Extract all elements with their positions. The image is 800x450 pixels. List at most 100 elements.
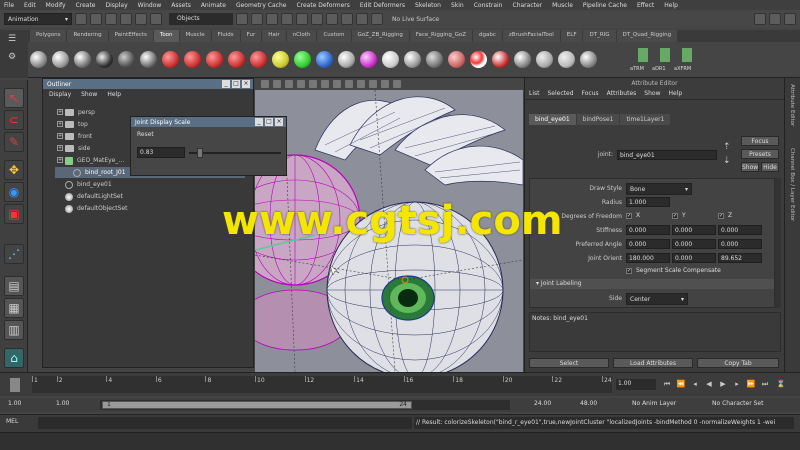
playback-options-icon[interactable]: ⌛ — [776, 380, 786, 390]
lasso-tool-icon[interactable]: ⊂ — [4, 110, 24, 130]
menu-item-muscle[interactable]: Muscle — [552, 2, 573, 9]
shelf-tab-goz-zb-rigging[interactable]: GoZ_ZB_Rigging — [351, 30, 409, 42]
red-sphere-3-icon[interactable] — [206, 51, 223, 68]
shelf-tab-rendering[interactable]: Rendering — [67, 30, 108, 42]
select-tool-icon[interactable]: ↖ — [4, 88, 24, 108]
snap-curve-icon[interactable] — [251, 13, 263, 25]
preferred-z-field[interactable]: 0.000 — [718, 239, 762, 249]
menu-item-edit[interactable]: Edit — [24, 2, 36, 9]
joint-scale-field[interactable]: 0.83 — [137, 147, 185, 158]
play-forwards-icon[interactable]: ▶ — [718, 380, 728, 390]
copy-tab-button[interactable]: Copy Tab — [697, 358, 779, 368]
film-gate-icon[interactable] — [393, 80, 401, 88]
shelf-settings-icon[interactable]: ⚙ — [8, 52, 16, 62]
ae-menu-list[interactable]: List — [529, 90, 540, 97]
snap-grid-icon[interactable] — [236, 13, 248, 25]
shelf-tab-ncloth[interactable]: nCloth — [286, 30, 317, 42]
single-layout-icon[interactable]: ▤ — [4, 276, 24, 296]
paint-select-icon[interactable]: ✎ — [4, 132, 24, 152]
scale-tool-icon[interactable]: ▣ — [4, 204, 24, 224]
outliner-title-bar[interactable]: Outliner _ □ × — [43, 79, 253, 89]
make-live-icon[interactable] — [296, 13, 308, 25]
camera-icon[interactable] — [261, 80, 269, 88]
lambert-sphere-icon[interactable] — [30, 51, 47, 68]
orient-x-field[interactable]: 180.000 — [626, 253, 670, 263]
menu-item-constrain[interactable]: Constrain — [474, 2, 503, 9]
outliner-layout-icon[interactable]: ⌂ — [4, 348, 24, 368]
shelf-tab-polygons[interactable]: Polygons — [30, 30, 67, 42]
select-component-icon[interactable] — [150, 13, 162, 25]
outliner-menu-display[interactable]: Display — [49, 91, 71, 98]
show-button[interactable]: Show — [741, 162, 759, 172]
atrm-icon[interactable] — [638, 48, 648, 62]
ae-menu-show[interactable]: Show — [644, 90, 660, 97]
red-sphere-icon[interactable] — [162, 51, 179, 68]
shelf-tab-fluids[interactable]: Fluids — [211, 30, 240, 42]
menu-set-dropdown[interactable]: Animation ▾ — [4, 13, 72, 25]
shelf-sphere-3-icon[interactable] — [558, 51, 575, 68]
select-button[interactable]: Select — [529, 358, 609, 368]
isolate-icon[interactable] — [369, 80, 377, 88]
toon-sphere-icon[interactable] — [404, 51, 421, 68]
dof-z-checkbox[interactable]: ✓ — [718, 213, 724, 219]
green-sphere-icon[interactable] — [294, 51, 311, 68]
select-object-icon[interactable] — [135, 13, 147, 25]
move-tool-icon[interactable]: ✥ — [4, 160, 24, 180]
lights-icon[interactable] — [333, 80, 341, 88]
menu-item-edit-deformers[interactable]: Edit Deformers — [360, 2, 405, 9]
striped-sphere-icon[interactable] — [470, 51, 487, 68]
joint-tool-icon[interactable]: ⋰ — [4, 244, 24, 264]
character-set-dropdown[interactable]: No Character Set — [712, 400, 763, 407]
shelf-sphere-2-icon[interactable] — [536, 51, 553, 68]
range-track[interactable]: 1 24 — [100, 400, 510, 410]
blue-sphere-icon[interactable] — [316, 51, 333, 68]
shelf-tab-custom[interactable]: Custom — [317, 30, 351, 42]
two-layout-icon[interactable]: ▥ — [4, 320, 24, 340]
toon-sphere-3-icon[interactable] — [448, 51, 465, 68]
ae-menu-selected[interactable]: Selected — [548, 90, 574, 97]
grey-sphere-icon[interactable] — [118, 51, 135, 68]
shelf-tab-hair[interactable]: Hair — [262, 30, 286, 42]
dof-x-checkbox[interactable]: ✓ — [626, 213, 632, 219]
focus-button[interactable]: Focus — [741, 136, 779, 146]
stiffness-x-field[interactable]: 0.000 — [626, 225, 670, 235]
menu-item-window[interactable]: Window — [138, 2, 162, 9]
ipr-render-icon[interactable] — [341, 13, 353, 25]
expand-icon[interactable]: + — [57, 157, 63, 163]
reset-menu[interactable]: Reset — [137, 131, 154, 138]
expand-icon[interactable]: + — [57, 145, 63, 151]
notes-area[interactable]: Notes: bind_eye01 — [529, 312, 781, 352]
dof-y-checkbox[interactable]: ✓ — [672, 213, 678, 219]
attribute-editor-side-tab[interactable]: Attribute Editor — [789, 84, 795, 126]
menu-item-skeleton[interactable]: Skeleton — [415, 2, 441, 9]
joint-scale-slider-track[interactable] — [189, 152, 281, 154]
ae-menu-help[interactable]: Help — [668, 90, 682, 97]
phong-sphere-icon[interactable] — [74, 51, 91, 68]
mel-label[interactable]: MEL — [6, 418, 18, 425]
red-sphere-4-icon[interactable] — [228, 51, 245, 68]
maximize-icon[interactable]: □ — [265, 118, 273, 126]
preferred-y-field[interactable]: 0.000 — [672, 239, 716, 249]
end-time-field[interactable]: 48.00 — [580, 400, 597, 407]
segment-scale-checkbox[interactable]: ✓ — [626, 268, 632, 274]
joint-scale-slider-handle[interactable] — [196, 148, 203, 158]
playback-start-field[interactable]: 1.00 — [56, 400, 69, 407]
tab-bind-eye01[interactable]: bind_eye01 — [529, 114, 576, 125]
toon-sphere-2-icon[interactable] — [426, 51, 443, 68]
step-back-key-icon[interactable]: ⏪ — [676, 380, 686, 390]
orient-y-field[interactable]: 0.000 — [672, 253, 716, 263]
blinn-sphere-icon[interactable] — [52, 51, 69, 68]
expand-icon[interactable]: + — [57, 133, 63, 139]
white-sphere-icon[interactable] — [338, 51, 355, 68]
expand-icon[interactable]: + — [57, 121, 63, 127]
menu-item-display[interactable]: Display — [106, 2, 128, 9]
save-scene-icon[interactable] — [105, 13, 117, 25]
output-connection-icon[interactable]: ⇣ — [723, 156, 731, 166]
menu-item-animate[interactable]: Animate — [201, 2, 226, 9]
preferred-x-field[interactable]: 0.000 — [626, 239, 670, 249]
attribute-editor-toggle-icon[interactable] — [769, 13, 781, 25]
rotate-tool-icon[interactable]: ◉ — [4, 182, 24, 202]
shelf-tab-zbrushfacialtool[interactable]: zBrushFacialTool — [502, 30, 560, 42]
menu-item-geometry-cache[interactable]: Geometry Cache — [236, 2, 286, 9]
menu-item-character[interactable]: Character — [513, 2, 543, 9]
